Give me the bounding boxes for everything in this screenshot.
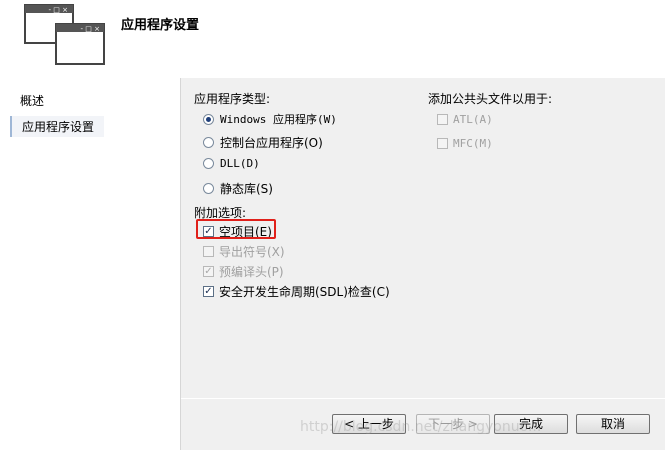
window-icon: - □ × - □ × xyxy=(24,4,105,65)
radio-windows-app[interactable]: Windows 应用程序(W) xyxy=(203,111,337,127)
svg-text:- □ ×: - □ × xyxy=(81,25,100,33)
checkbox-atl[interactable]: ATL(A) xyxy=(437,113,493,126)
radio-icon xyxy=(203,183,214,194)
wizard-header: - □ × - □ × 应用程序设置 xyxy=(0,0,665,78)
radio-icon xyxy=(203,158,214,169)
radio-static-lib[interactable]: 静态库(S) xyxy=(203,180,273,197)
annotation-highlight-box xyxy=(196,219,276,239)
app-type-label: 应用程序类型: xyxy=(194,92,271,106)
checkbox-checked-icon: ✓ xyxy=(203,286,214,297)
wizard-sidebar: 概述 应用程序设置 xyxy=(0,78,181,450)
watermark: http://blog.csdn.net/zhangyonuo... xyxy=(300,419,542,435)
svg-text:- □ ×: - □ × xyxy=(49,6,68,14)
page-title: 应用程序设置 xyxy=(121,18,200,33)
sidebar-item-overview[interactable]: 概述 xyxy=(20,92,44,109)
cancel-button[interactable]: 取消 xyxy=(576,414,650,434)
sidebar-item-app-settings[interactable]: 应用程序设置 xyxy=(10,116,105,137)
radio-dll[interactable]: DLL(D) xyxy=(203,157,260,170)
settings-panel: 应用程序类型: Windows 应用程序(W) 控制台应用程序(O) DLL(D… xyxy=(181,78,665,450)
checkbox-icon xyxy=(437,114,448,125)
footer-divider xyxy=(181,398,665,399)
radio-checked-icon xyxy=(203,113,214,125)
radio-icon xyxy=(203,137,214,148)
checkbox-precompiled-header[interactable]: ✓ 预编译头(P) xyxy=(203,263,284,280)
checkbox-export-symbols[interactable]: 导出符号(X) xyxy=(203,243,285,260)
checkbox-icon xyxy=(437,138,448,149)
headers-label: 添加公共头文件以用于: xyxy=(428,92,553,106)
radio-console-app[interactable]: 控制台应用程序(O) xyxy=(203,134,323,151)
checkbox-sdl-check[interactable]: ✓ 安全开发生命周期(SDL)检查(C) xyxy=(203,283,390,300)
checkbox-icon xyxy=(203,246,214,257)
checkbox-mfc[interactable]: MFC(M) xyxy=(437,137,493,150)
checkbox-checked-icon: ✓ xyxy=(203,266,214,277)
